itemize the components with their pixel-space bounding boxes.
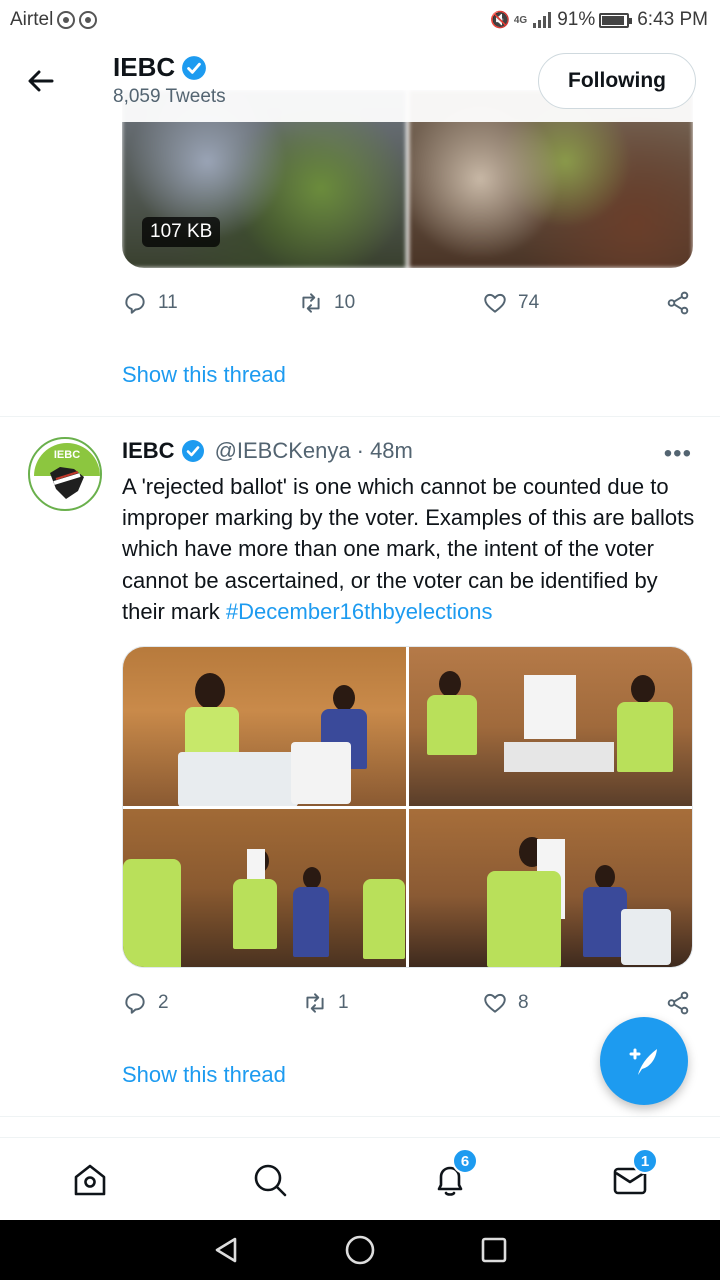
reply-icon <box>125 993 145 1014</box>
mute-icon: 🔇 <box>489 12 510 29</box>
media-photo[interactable] <box>409 808 692 967</box>
compose-tweet-button[interactable] <box>600 1017 688 1105</box>
verified-badge-icon <box>181 440 204 462</box>
tweet-count: 8,059 Tweets <box>113 86 226 107</box>
show-thread-link[interactable]: Show this thread <box>122 1062 286 1088</box>
whatsapp-icon <box>57 11 76 29</box>
circle-home-icon <box>345 1235 375 1265</box>
like-count: 8 <box>518 992 529 1013</box>
divider <box>0 1116 720 1117</box>
verified-badge-icon <box>182 55 207 80</box>
heart-icon <box>484 993 506 1013</box>
search-icon <box>254 1164 287 1197</box>
author-name[interactable]: IEBC <box>122 438 175 464</box>
media-size-badge: 107 KB <box>142 217 221 247</box>
avatar[interactable]: IEBC <box>28 437 102 511</box>
tweet-time[interactable]: · 48m <box>357 438 413 464</box>
nav-home[interactable] <box>70 1160 110 1200</box>
prev-tweet-actions: 11 10 74 <box>122 288 693 318</box>
whatsapp-icon <box>79 11 98 29</box>
messages-badge: 1 <box>632 1148 658 1174</box>
signal-icon <box>533 12 552 28</box>
iebc-logo-icon: IEBC <box>34 443 100 499</box>
tweet-actions: 2 1 8 <box>122 988 693 1018</box>
heart-icon <box>484 293 506 313</box>
reply-button[interactable]: 11 <box>122 288 178 318</box>
nav-messages[interactable]: 1 <box>610 1148 658 1200</box>
compose-feather-icon <box>629 1048 657 1075</box>
like-button[interactable]: 74 <box>482 288 539 318</box>
nav-notifications[interactable]: 6 <box>430 1148 478 1200</box>
like-button[interactable]: 8 <box>482 988 529 1018</box>
media-photo[interactable] <box>123 808 406 967</box>
battery-icon <box>599 12 633 28</box>
retweet-icon <box>302 293 320 313</box>
retweet-count: 1 <box>338 992 349 1013</box>
triangle-back-icon <box>215 1237 237 1263</box>
author-handle[interactable]: @IEBCKenya <box>215 438 351 464</box>
clock: 6:43 PM <box>637 9 708 30</box>
network-label: 4G <box>513 14 528 26</box>
carrier-label: Airtel <box>10 9 54 30</box>
retweet-button[interactable]: 1 <box>302 988 349 1018</box>
reply-icon <box>125 293 145 314</box>
back-button[interactable] <box>22 62 60 100</box>
reply-count: 11 <box>158 292 178 313</box>
hashtag-link[interactable]: #December16thbyelections <box>226 599 493 624</box>
profile-header: IEBC 8,059 Tweets Following <box>0 40 720 122</box>
android-recents-button[interactable] <box>478 1234 510 1266</box>
more-options-button[interactable]: ••• <box>664 440 692 468</box>
divider <box>0 416 720 417</box>
share-button[interactable] <box>665 988 691 1018</box>
share-button[interactable] <box>665 288 691 318</box>
retweet-count: 10 <box>334 292 356 313</box>
tweet-header: IEBC @IEBCKenya · 48m <box>122 438 413 464</box>
retweet-button[interactable]: 10 <box>298 288 355 318</box>
share-icon <box>667 291 689 315</box>
battery-percent: 91% <box>557 9 596 30</box>
bottom-nav: 6 1 <box>0 1137 720 1220</box>
following-button[interactable]: Following <box>538 53 696 109</box>
retweet-icon <box>306 993 324 1013</box>
reply-button[interactable]: 2 <box>122 988 169 1018</box>
tweet-media-grid <box>122 646 693 968</box>
home-icon <box>74 1164 106 1196</box>
reply-count: 2 <box>158 992 169 1013</box>
like-count: 74 <box>518 292 540 313</box>
nav-search[interactable] <box>250 1160 290 1200</box>
notifications-badge: 6 <box>452 1148 478 1174</box>
android-nav-bar <box>0 1220 720 1280</box>
media-photo[interactable] <box>123 647 406 806</box>
header-title: IEBC <box>113 52 176 82</box>
tweet-text: A 'rejected ballot' is one which cannot … <box>122 471 702 627</box>
android-home-button[interactable] <box>344 1234 376 1266</box>
square-recents-icon <box>481 1237 507 1263</box>
share-icon <box>667 991 689 1015</box>
show-thread-link[interactable]: Show this thread <box>122 362 286 388</box>
media-photo[interactable] <box>409 647 692 806</box>
android-back-button[interactable] <box>210 1234 242 1266</box>
status-bar: Airtel 🔇 4G 91% 6:43 PM <box>0 0 720 40</box>
back-arrow-icon <box>28 70 54 92</box>
avatar-text: IEBC <box>54 449 80 461</box>
